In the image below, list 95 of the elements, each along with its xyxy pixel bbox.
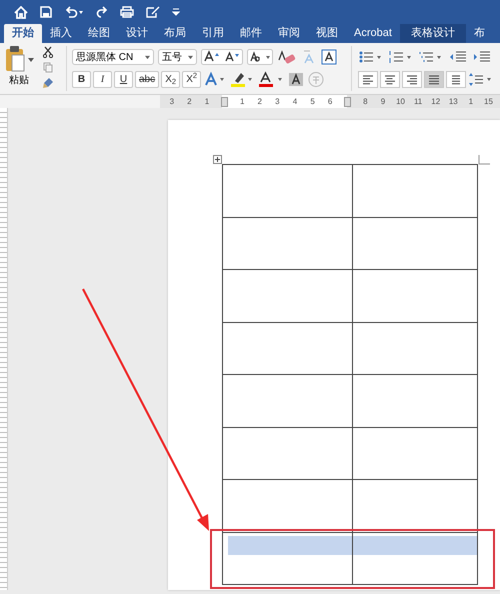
format-button[interactable]: X$^{2}$	[182, 71, 202, 88]
indent-marker-icon[interactable]	[344, 96, 352, 106]
align-justify-button[interactable]	[424, 71, 444, 88]
align-lines-icon	[384, 74, 396, 85]
ribbon-tab[interactable]: 视图	[308, 24, 346, 43]
undo-icon[interactable]	[64, 6, 84, 18]
align-lines-icon	[406, 74, 418, 85]
ribbon-tab[interactable]: 插入	[42, 24, 80, 43]
multilevel-list-icon[interactable]	[418, 49, 444, 65]
font-size-field[interactable]: 五号	[158, 49, 197, 65]
align-center-button[interactable]	[380, 71, 400, 88]
table-cell[interactable]	[223, 375, 353, 428]
table-cell[interactable]	[223, 218, 353, 270]
format-button[interactable]: B	[72, 71, 91, 88]
ruler-number: 1	[204, 96, 210, 106]
ribbon-tab[interactable]: 邮件	[232, 24, 270, 43]
table-cell[interactable]	[353, 375, 478, 428]
ruler-number: 9	[380, 96, 386, 106]
table-row[interactable]	[223, 322, 478, 375]
ruler-number: 1	[240, 96, 244, 106]
format-button[interactable]: abc	[135, 71, 160, 88]
ruler-number: 12	[431, 96, 440, 106]
format-button[interactable]: I	[93, 71, 112, 88]
ribbon-tab[interactable]: 引用	[194, 24, 232, 43]
change-case-icon[interactable]	[247, 49, 273, 65]
ribbon-tab[interactable]: 审阅	[270, 24, 308, 43]
save-icon[interactable]	[40, 6, 52, 18]
table-cell[interactable]	[223, 270, 353, 322]
ribbon-tab[interactable]: 设计	[118, 24, 156, 43]
ruler-number: 2	[187, 96, 192, 106]
home-icon[interactable]	[14, 6, 28, 18]
caret-icon[interactable]	[28, 57, 34, 63]
edit-icon[interactable]	[146, 6, 160, 18]
table-move-handle-icon[interactable]	[213, 155, 222, 164]
ruler-number: 10	[396, 96, 405, 106]
table-row[interactable]	[223, 532, 478, 585]
table-cell[interactable]	[223, 532, 353, 585]
scissors-icon[interactable]	[43, 46, 53, 58]
table-cell[interactable]	[223, 428, 353, 480]
format-button[interactable]: U	[114, 71, 133, 88]
align-left-button[interactable]	[358, 71, 378, 88]
table-cell[interactable]	[353, 480, 478, 532]
table-row[interactable]	[223, 218, 478, 270]
indent-marker-icon[interactable]	[221, 96, 228, 106]
ruler-number: 1	[468, 96, 474, 106]
table-cell[interactable]	[353, 165, 478, 218]
bullets-icon[interactable]	[358, 49, 384, 65]
align-right-button[interactable]	[402, 71, 422, 88]
align-lines-icon	[450, 74, 462, 85]
font-name-field[interactable]: 思源黑体 CN	[72, 49, 154, 65]
numbering-icon[interactable]	[388, 49, 414, 65]
grow-font-icon[interactable]	[201, 49, 243, 65]
ribbon-tab[interactable]: 表格设计	[400, 24, 466, 43]
ribbon-tab[interactable]: Acrobat	[346, 24, 400, 43]
table-cell[interactable]	[353, 270, 478, 322]
table-cell[interactable]	[223, 165, 353, 218]
align-distributed-button[interactable]	[446, 71, 466, 88]
caret-icon[interactable]	[188, 54, 193, 60]
ruler-number: 15	[484, 96, 493, 106]
print-icon[interactable]	[120, 6, 134, 18]
ruler-number: 2	[258, 96, 262, 106]
ruler-number: 6	[328, 96, 332, 106]
paste-icon[interactable]	[4, 45, 26, 73]
brush-icon[interactable]	[42, 77, 54, 89]
line-spacing-icon[interactable]	[468, 71, 494, 88]
redo-icon[interactable]	[96, 6, 108, 18]
paste-label[interactable]: 粘贴	[9, 75, 29, 87]
table-cell[interactable]	[223, 480, 353, 532]
ruler-number: 8	[363, 96, 368, 106]
table-cell[interactable]	[223, 322, 353, 375]
caret-icon[interactable]	[145, 54, 150, 60]
ruler-number: 3	[170, 96, 174, 106]
table-cell[interactable]	[353, 322, 478, 375]
table-row[interactable]	[223, 480, 478, 532]
ruler-number: 13	[448, 96, 458, 106]
customize-caret-icon[interactable]	[172, 8, 180, 16]
ribbon-tab[interactable]: 绘图	[80, 24, 118, 43]
ribbon-tab[interactable]: 布	[466, 24, 493, 43]
ribbon-tab[interactable]: 布局	[156, 24, 194, 43]
align-lines-icon	[428, 74, 440, 85]
table-cell[interactable]	[353, 428, 478, 480]
ribbon-tab[interactable]: 开始	[4, 24, 42, 43]
ruler-number: 11	[414, 96, 422, 106]
end-mark-icon	[478, 155, 490, 165]
table-cell[interactable]	[353, 218, 478, 270]
character-border-icon[interactable]	[321, 49, 337, 65]
ruler-number: 5	[310, 96, 315, 106]
character-shading-icon[interactable]	[287, 71, 306, 88]
align-lines-icon	[362, 74, 374, 85]
ruler-number: 4	[292, 96, 298, 106]
format-button[interactable]: X$_{2}$	[161, 71, 180, 88]
clear-format-icon[interactable]	[277, 49, 297, 65]
table-cell[interactable]	[353, 532, 478, 585]
table-row[interactable]	[223, 428, 478, 480]
ruler-number: 3	[275, 96, 280, 106]
